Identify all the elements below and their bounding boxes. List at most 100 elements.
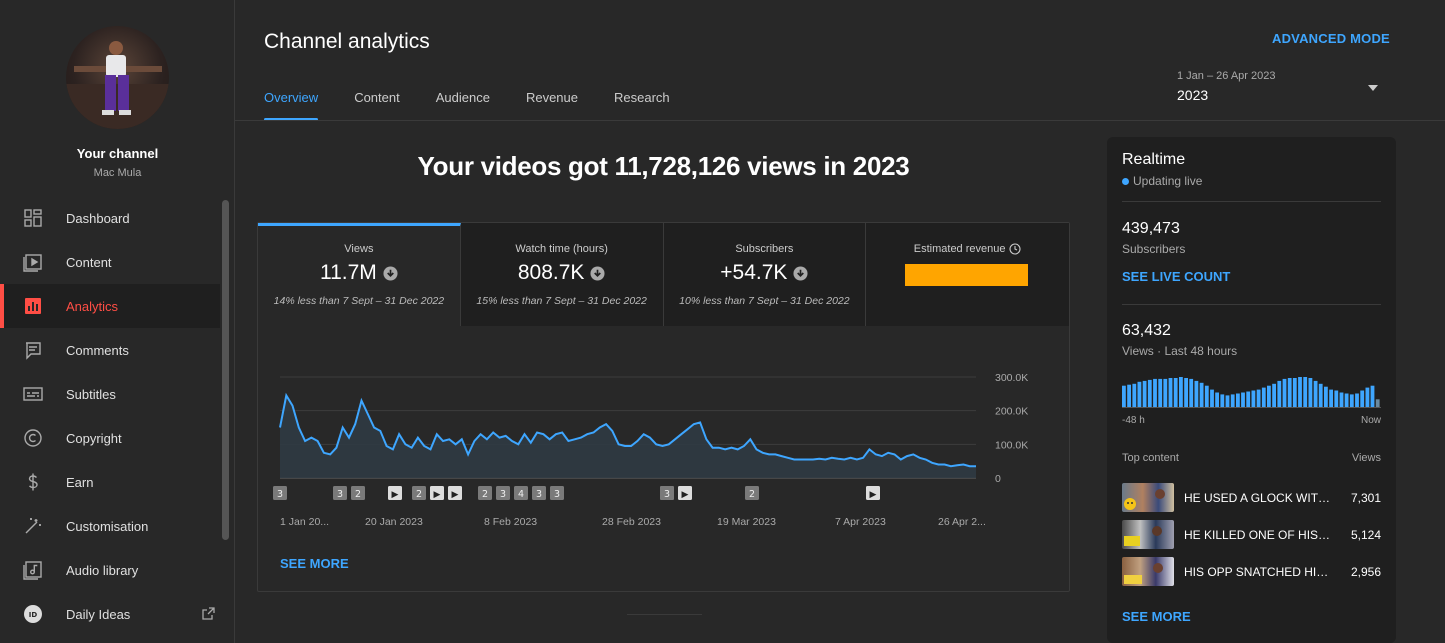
realtime-panel: Realtime Updating live 439,473 Subscribe… xyxy=(1107,137,1396,643)
metric-watch-time[interactable]: Watch time (hours) 808.7K 15% less than … xyxy=(460,223,664,326)
realtime-bar xyxy=(1282,378,1287,407)
realtime-bar xyxy=(1308,378,1313,407)
advanced-mode-button[interactable]: ADVANCED MODE xyxy=(1272,31,1390,46)
metric-comparison: 10% less than 7 Sept – 31 Dec 2022 xyxy=(679,295,850,307)
realtime-bar xyxy=(1230,394,1235,407)
daily-ideas-icon: ID xyxy=(24,605,42,623)
top-content-row[interactable]: HIS OPP SNATCHED HIS ... 2,956 xyxy=(1122,556,1381,587)
x-tick-label: 19 Mar 2023 xyxy=(717,516,776,528)
realtime-bar xyxy=(1153,378,1157,407)
sidebar-item-label: Daily Ideas xyxy=(66,606,131,622)
metric-value: 11.7M xyxy=(258,261,460,285)
realtime-bar xyxy=(1142,380,1147,407)
video-views: 2,956 xyxy=(1350,564,1381,579)
analytics-icon xyxy=(25,298,41,314)
video-title: HE USED A GLOCK WITH ... xyxy=(1184,490,1331,505)
sidebar-item-content[interactable]: Content xyxy=(0,240,220,284)
sidebar-item-label: Subtitles xyxy=(66,386,116,402)
sidebar-item-dashboard[interactable]: Dashboard xyxy=(0,196,220,240)
metric-subscribers[interactable]: Subscribers +54.7K 10% less than 7 Sept … xyxy=(663,223,867,326)
sidebar-nav: Dashboard Content Analytics Comments Sub… xyxy=(0,196,220,636)
sidebar-scrollbar[interactable] xyxy=(222,200,229,540)
clock-icon xyxy=(1009,243,1022,255)
sidebar-item-subtitles[interactable]: Subtitles xyxy=(0,372,220,416)
realtime-bar xyxy=(1365,387,1370,407)
divider xyxy=(1122,304,1381,305)
customisation-icon xyxy=(25,518,41,534)
realtime-bar xyxy=(1318,383,1323,407)
sidebar-item-label: Copyright xyxy=(66,430,122,446)
realtime-status-text: Updating live xyxy=(1133,174,1203,188)
realtime-bar xyxy=(1199,382,1204,407)
date-range-value: 2023 xyxy=(1177,87,1209,103)
sidebar-item-label: Earn xyxy=(66,474,94,490)
chart-marker-label: 2 xyxy=(749,489,755,500)
realtime-bar xyxy=(1246,391,1251,407)
metric-value-text: 11.7M xyxy=(319,261,377,284)
realtime-axis-end: Now xyxy=(1360,415,1381,426)
overview-card: Views 11.7M 14% less than 7 Sept – 31 De… xyxy=(257,222,1070,592)
chart-marker-label: 2 xyxy=(355,489,361,500)
subscribers-label: Subscribers xyxy=(1122,242,1186,256)
x-tick-label: 7 Apr 2023 xyxy=(835,516,886,528)
realtime-bar xyxy=(1168,378,1173,407)
redacted-revenue-value xyxy=(905,264,1029,286)
tab-audience[interactable]: Audience xyxy=(436,90,490,121)
top-content-row[interactable]: HE USED A GLOCK WITH ... 7,301 xyxy=(1122,482,1381,513)
realtime-bar xyxy=(1334,390,1339,407)
realtime-bar xyxy=(1370,385,1375,407)
earn-icon xyxy=(28,473,38,491)
tab-research[interactable]: Research xyxy=(614,90,670,121)
sidebar-item-comments[interactable]: Comments xyxy=(0,328,220,372)
realtime-bar xyxy=(1127,384,1131,407)
see-live-count-button[interactable]: SEE LIVE COUNT xyxy=(1122,269,1230,284)
chart-marker-label: 4 xyxy=(518,489,524,500)
realtime-bar xyxy=(1122,385,1126,407)
top-content-label: Top content xyxy=(1122,452,1179,464)
tab-revenue[interactable]: Revenue xyxy=(526,90,578,121)
metric-tabs: Views 11.7M 14% less than 7 Sept – 31 De… xyxy=(258,223,1069,326)
realtime-bar xyxy=(1147,379,1152,407)
realtime-status: Updating live xyxy=(1122,174,1202,188)
realtime-bar xyxy=(1339,392,1344,407)
chart-marker-label: 2 xyxy=(482,489,488,500)
chart-marker-label: 3 xyxy=(277,489,283,500)
realtime-bar xyxy=(1349,394,1354,407)
chart-marker-label: ▶ xyxy=(682,490,689,500)
top-content-row[interactable]: HE KILLED ONE OF HIS O... 5,124 xyxy=(1122,519,1381,550)
sidebar-item-daily-ideas[interactable]: ID Daily Ideas xyxy=(0,592,220,636)
channel-name: Mac Mula xyxy=(93,167,142,179)
tab-overview[interactable]: Overview xyxy=(264,90,319,121)
metric-estimated-revenue[interactable]: Estimated revenue xyxy=(866,223,1069,326)
sidebar-item-analytics[interactable]: Analytics xyxy=(0,284,220,328)
see-more-top-content-button[interactable]: SEE MORE xyxy=(1122,609,1191,624)
realtime-bar xyxy=(1163,378,1168,407)
x-tick-label: 26 Apr 2... xyxy=(938,516,986,528)
metric-comparison: 15% less than 7 Sept – 31 Dec 2022 xyxy=(476,295,647,307)
avatar[interactable] xyxy=(66,26,169,129)
metric-label: Estimated revenue xyxy=(913,243,1006,255)
realtime-bar xyxy=(1375,399,1380,407)
metric-views[interactable]: Views 11.7M 14% less than 7 Sept – 31 De… xyxy=(258,223,461,326)
see-more-button[interactable]: SEE MORE xyxy=(280,556,349,571)
top-content-views-header: Views xyxy=(1351,452,1381,464)
video-views: 7,301 xyxy=(1350,490,1381,505)
comments-icon xyxy=(26,342,41,360)
sidebar-item-copyright[interactable]: Copyright xyxy=(0,416,220,460)
y-tick-label: 100.0K xyxy=(995,439,1028,451)
chart-marker-label: ▶ xyxy=(392,490,399,500)
tab-content[interactable]: Content xyxy=(354,90,400,121)
arrow-down-circle-icon xyxy=(383,265,398,281)
sidebar-item-audio-library[interactable]: Audio library xyxy=(0,548,220,592)
realtime-bar xyxy=(1329,389,1333,407)
copyright-icon xyxy=(24,429,42,447)
realtime-bar xyxy=(1277,380,1282,407)
chart-marker-label: 3 xyxy=(337,489,343,500)
external-link-icon xyxy=(202,607,215,620)
sidebar-item-earn[interactable]: Earn xyxy=(0,460,220,504)
channel-title: Your channel xyxy=(76,146,159,161)
subscribers-count: 439,473 xyxy=(1122,220,1180,237)
metric-label: Watch time (hours) xyxy=(515,243,608,255)
sidebar-item-customisation[interactable]: Customisation xyxy=(0,504,220,548)
realtime-bar xyxy=(1360,390,1365,407)
